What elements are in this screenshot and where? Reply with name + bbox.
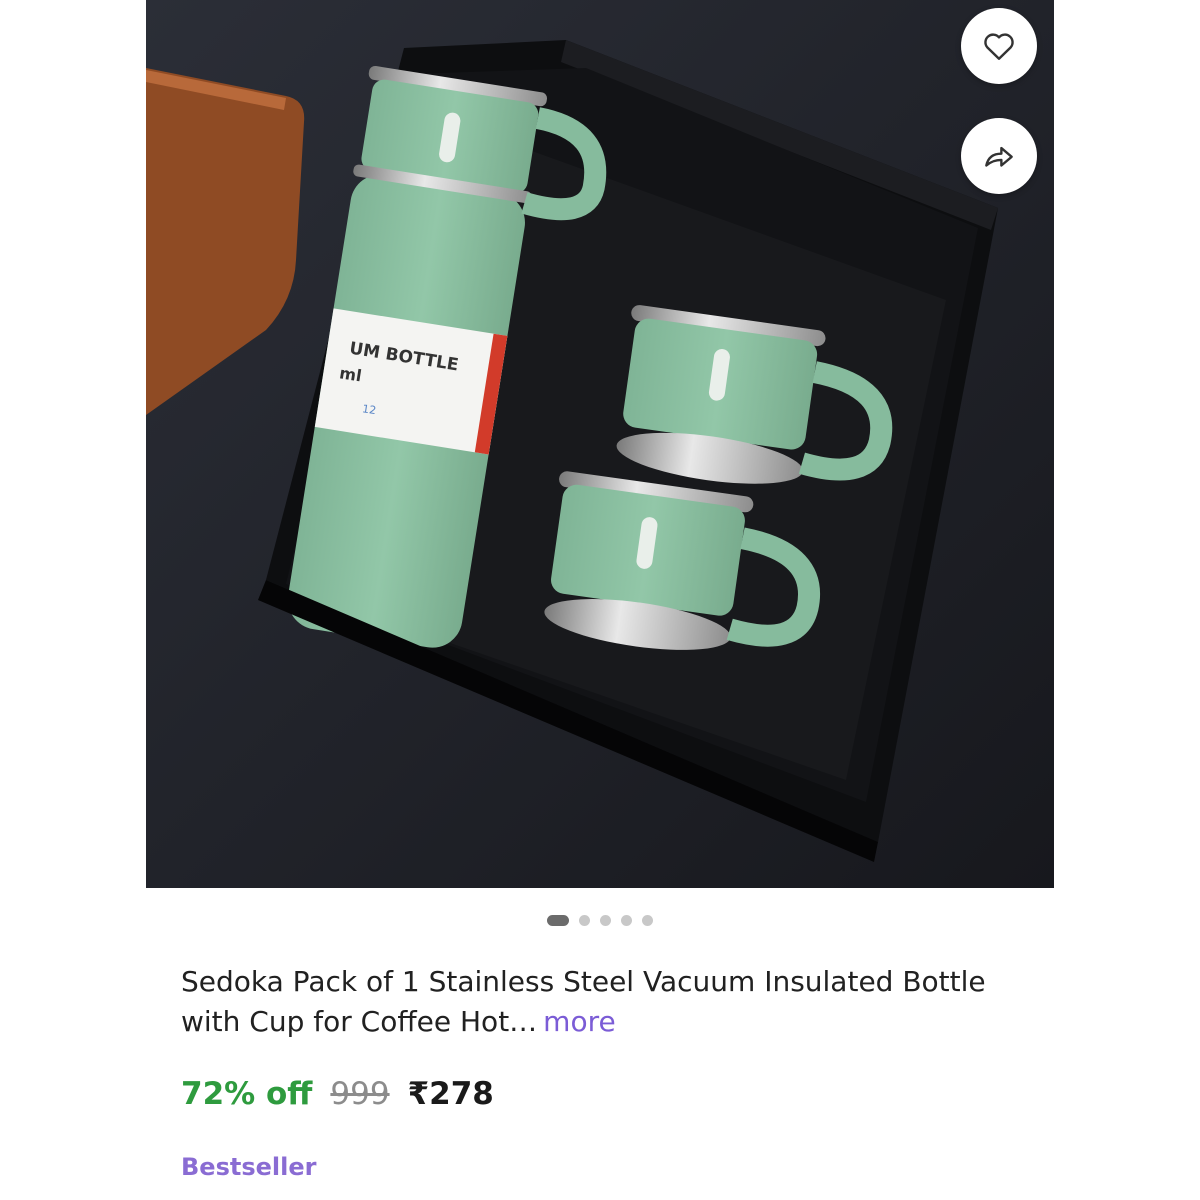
product-image[interactable]: UM BOTTLE ml 12	[146, 0, 1054, 888]
bestseller-badge: Bestseller	[181, 1153, 317, 1181]
wishlist-button[interactable]	[961, 8, 1037, 84]
original-price: 999	[330, 1076, 390, 1112]
product-title: Sedoka Pack of 1 Stainless Steel Vacuum …	[181, 962, 1001, 1042]
share-button[interactable]	[961, 118, 1037, 194]
svg-text:12: 12	[361, 402, 377, 417]
carousel-dot[interactable]	[600, 914, 611, 926]
carousel-dot[interactable]	[621, 914, 632, 926]
carousel-dot[interactable]	[547, 914, 569, 926]
price-row: 72% off 999 ₹278	[181, 1076, 494, 1120]
product-page: UM BOTTLE ml 12 Sedoka Pack of 1 Stainle…	[0, 0, 1200, 1200]
carousel-dot[interactable]	[642, 914, 653, 926]
carousel-indicator	[0, 912, 1200, 928]
carousel-dot[interactable]	[579, 914, 590, 926]
svg-text:ml: ml	[338, 363, 363, 385]
share-arrow-icon	[985, 146, 1013, 167]
discount-label: 72% off	[181, 1076, 313, 1112]
heart-icon	[984, 33, 1014, 60]
more-link[interactable]: more	[543, 1005, 616, 1038]
selling-price: ₹278	[407, 1076, 494, 1112]
